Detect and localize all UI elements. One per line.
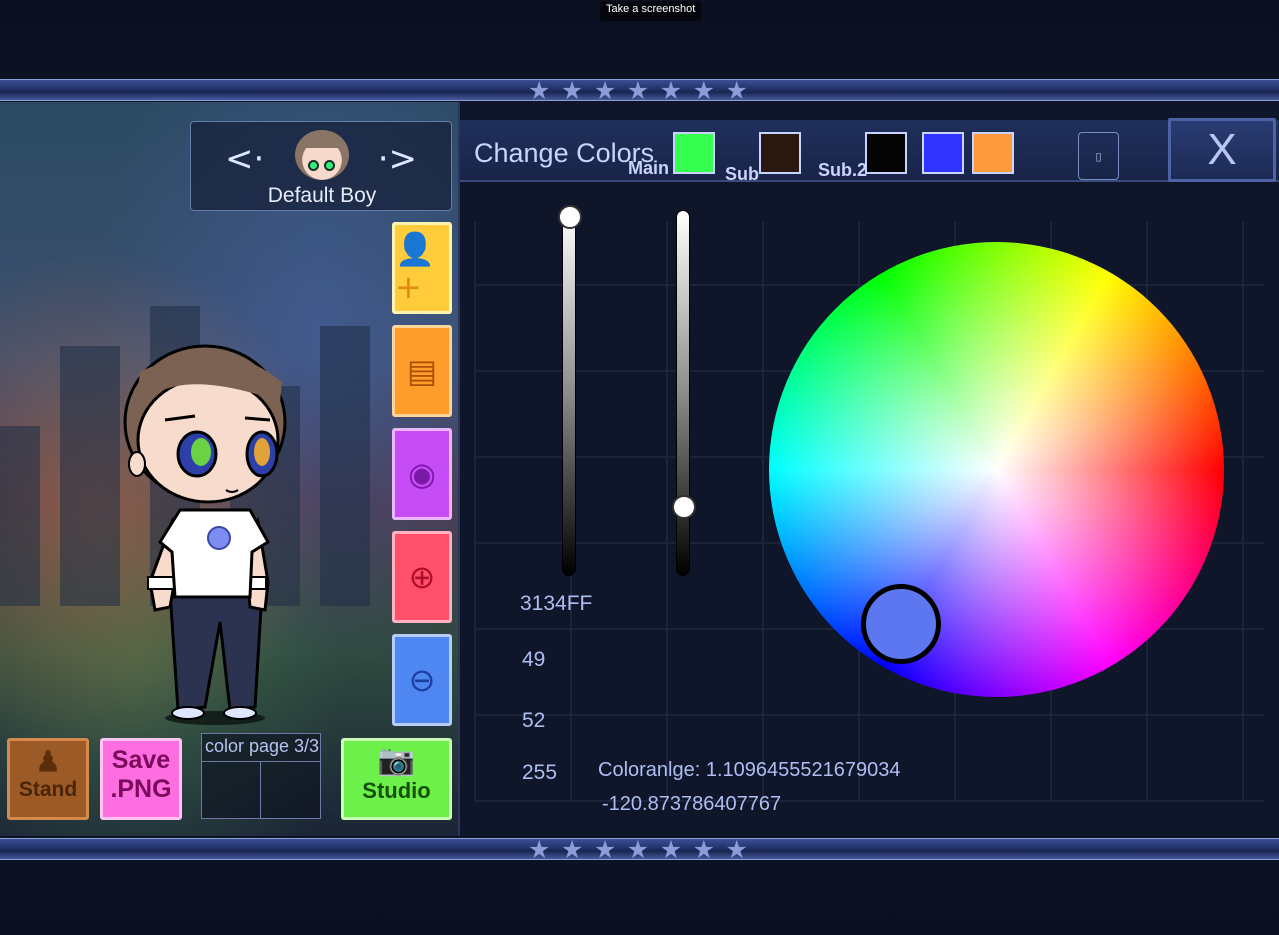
top-decor-band: ★ ★ ★ ★ ★ ★ ★ [0, 76, 1279, 105]
scene-icon: ▤ [406, 352, 438, 390]
zoom-in-button[interactable]: ⊕ [392, 531, 452, 623]
swatch-label-main: Main [628, 158, 670, 178]
star-row-icon: ★ ★ ★ ★ ★ ★ ★ [528, 835, 748, 864]
swatch-color-5[interactable] [972, 132, 1014, 174]
saturation-slider-knob[interactable] [672, 494, 696, 519]
next-character-arrow-icon[interactable]: ·> [378, 142, 417, 176]
change-colors-panel: Change Colors Main Sub Sub.2 ▯ X 3134FF … [458, 102, 1279, 836]
color-page-slot[interactable] [261, 761, 320, 819]
add-character-button[interactable]: 👤+ [392, 222, 452, 314]
stand-label: Stand [18, 778, 78, 801]
brightness-slider[interactable] [558, 205, 582, 576]
stand-icon: ♟ [35, 746, 61, 777]
swatch-label-sub2: Sub.2 [818, 160, 868, 180]
zoom-out-button[interactable]: ⊖ [392, 634, 452, 726]
hex-value: 3134FF [520, 592, 593, 615]
close-button[interactable]: X [1168, 118, 1276, 182]
background-button[interactable]: ▤ [392, 325, 452, 417]
studio-label: Studio [362, 778, 431, 803]
character-selector: <· ·> Default Boy [190, 121, 452, 211]
brightness-slider-knob[interactable] [558, 205, 582, 229]
panel-header: Change Colors Main Sub Sub.2 ▯ X [460, 118, 1279, 184]
toggle-view-button[interactable]: ◉ [392, 428, 452, 520]
red-value: 49 [522, 648, 546, 671]
zoom-out-icon: ⊖ [408, 661, 436, 699]
hair-shape [295, 130, 349, 148]
save-png-button[interactable]: Save .PNG [100, 738, 182, 820]
eye-icon: ◉ [408, 455, 436, 493]
character-figure[interactable] [0, 102, 458, 836]
swatch-label-sub: Sub [725, 164, 759, 184]
swatch-sub2[interactable] [865, 132, 907, 174]
color-page-box[interactable]: color page 3/3 [201, 733, 321, 819]
character-head-icon[interactable] [295, 130, 349, 180]
green-value: 52 [522, 709, 546, 732]
game-screen: Take a screenshot ★ ★ ★ ★ ★ ★ ★ <· ·> De… [0, 0, 1279, 935]
blue-value: 255 [522, 761, 558, 784]
character-scene [0, 102, 458, 836]
color-page-label: color page 3/3 [204, 736, 320, 756]
star-row-icon: ★ ★ ★ ★ ★ ★ ★ [528, 76, 748, 105]
studio-button[interactable]: 📷 Studio [341, 738, 452, 820]
save-label-line1: Save [111, 746, 171, 774]
eye-shape [308, 160, 319, 171]
eye-shape [324, 160, 335, 171]
prev-character-arrow-icon[interactable]: <· [225, 142, 264, 176]
panel-small-button[interactable]: ▯ [1078, 132, 1119, 180]
color-angle-line2: -120.873786407767 [602, 793, 782, 815]
swatch-color-4[interactable] [922, 132, 964, 174]
saturation-slider[interactable] [672, 210, 696, 576]
camera-icon: 📷 [377, 744, 416, 777]
color-wheel[interactable] [769, 242, 1224, 697]
add-user-icon: 👤+ [395, 230, 435, 306]
screenshot-tooltip: Take a screenshot [600, 1, 702, 21]
color-picker-cursor[interactable] [861, 584, 941, 664]
bottom-decor-band: ★ ★ ★ ★ ★ ★ ★ [0, 835, 1279, 864]
color-page-slot[interactable] [202, 761, 261, 819]
stand-button[interactable]: ♟ Stand [7, 738, 89, 820]
character-name: Default Boy [267, 184, 377, 207]
color-angle-line1: Coloranlge: 1.1096455521679034 [598, 759, 901, 781]
swatch-main[interactable] [673, 132, 715, 174]
save-label-line2: .PNG [110, 775, 172, 803]
zoom-in-icon: ⊕ [408, 558, 436, 596]
swatch-sub[interactable] [759, 132, 801, 174]
